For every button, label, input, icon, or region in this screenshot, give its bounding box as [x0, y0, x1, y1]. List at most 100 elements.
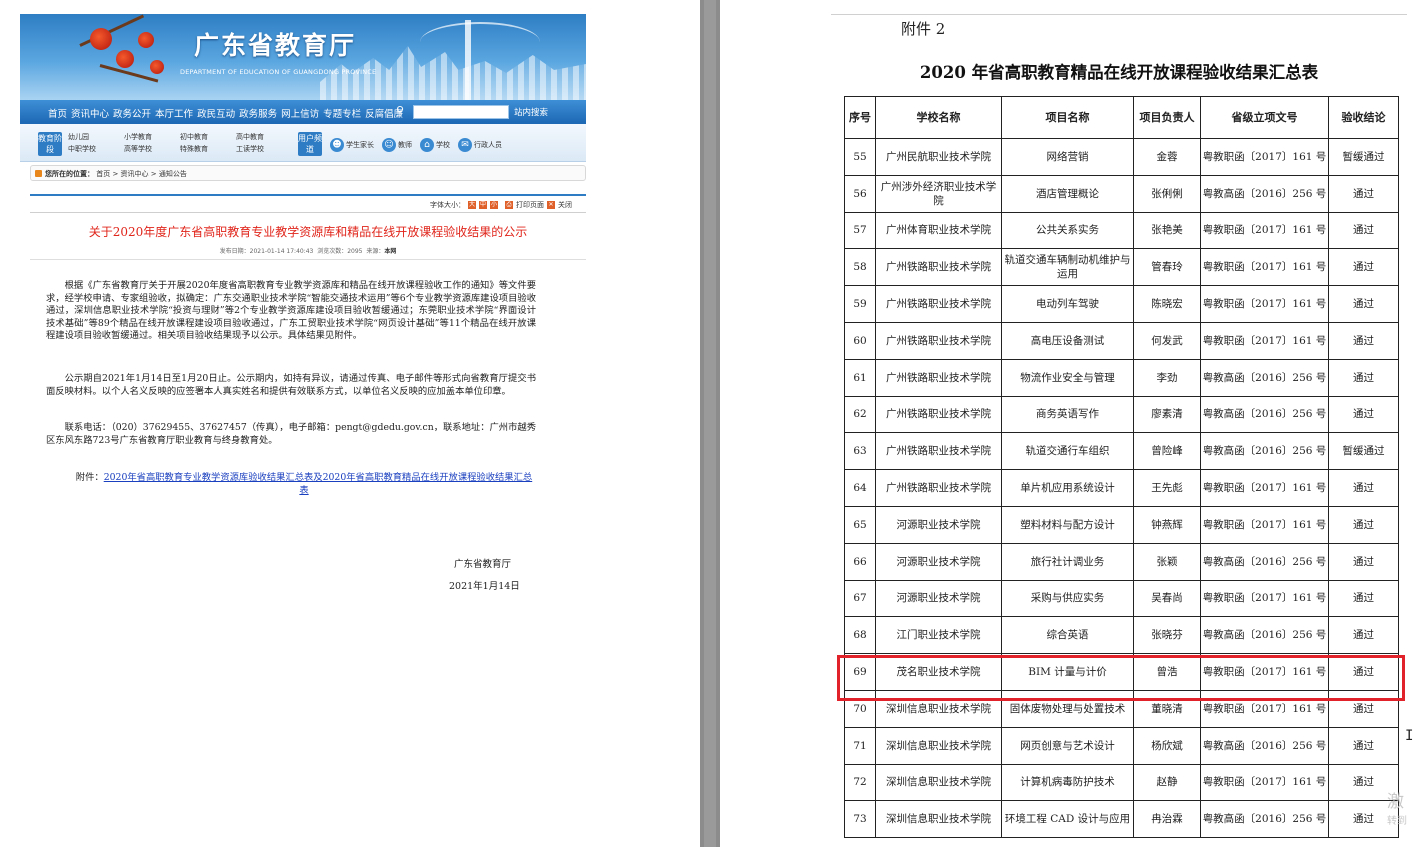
site-banner: 广东省教育厅 DEPARTMENT OF EDUCATION OF GUANGD… [20, 14, 586, 100]
level-link[interactable]: 中职学校 [68, 144, 96, 154]
table-header-row: 序号 学校名称 项目名称 项目负责人 省级立项文号 验收结论 [844, 96, 1399, 139]
level-link[interactable]: 工读学校 [236, 144, 264, 154]
table-cell: 深圳信息职业技术学院 [875, 763, 1002, 802]
table-cell: 高电压设备测试 [1001, 321, 1134, 360]
table-cell: 廖素清 [1133, 395, 1201, 434]
table-cell: 旅行社计调业务 [1001, 542, 1134, 581]
role-admin[interactable]: ✉ 行政人员 [458, 138, 502, 152]
level-link[interactable]: 初中教育 [180, 132, 208, 142]
font-size-medium-button[interactable]: 中 [479, 201, 487, 209]
level-link[interactable]: 幼儿园 [68, 132, 89, 142]
table-cell: 何发武 [1133, 321, 1201, 360]
table-cell: 61 [844, 358, 876, 397]
search-input[interactable] [413, 105, 509, 119]
table-row: 57 广州体育职业技术学院 公共关系实务 张艳美 粤教职函〔2017〕161 号通过 [844, 211, 1399, 250]
table-row: 69 茂名职业技术学院 BIM 计量与计价 曾浩 粤教职函〔2017〕161 号通过 [844, 653, 1399, 691]
table-cell: 72 [844, 763, 876, 802]
nav-item-home[interactable]: 首页 [46, 106, 69, 120]
level-link[interactable]: 小学教育 [124, 132, 152, 142]
divider [30, 194, 586, 196]
print-icon[interactable]: ⎙ [505, 201, 513, 209]
table-cell: 通过 [1328, 542, 1399, 581]
nav-item-dept-work[interactable]: 本厅工作 [153, 106, 195, 120]
table-cell: 粤教职函〔2017〕161 号 [1200, 579, 1329, 618]
table-cell: 电动列车驾驶 [1001, 285, 1134, 323]
table-cell: 张晓芬 [1133, 616, 1201, 655]
nav-item-topics[interactable]: 专题专栏 [321, 106, 363, 120]
watermark-text: 转到 [1387, 816, 1407, 827]
level-link[interactable]: 特殊教育 [180, 144, 208, 154]
role-label: 教师 [398, 141, 412, 149]
table-cell: 综合英语 [1001, 616, 1134, 655]
site-subtitle: DEPARTMENT OF EDUCATION OF GUANGDONG PRO… [180, 68, 377, 76]
role-label: 学校 [436, 141, 450, 149]
table-cell: 通过 [1328, 358, 1399, 397]
table-cell: 粤教职函〔2017〕161 号 [1200, 469, 1329, 507]
table-cell: 广州铁路职业技术学院 [875, 395, 1002, 434]
book-graphic [420, 22, 540, 62]
table-cell: 64 [844, 469, 876, 507]
table-cell: 粤教高函〔2016〕256 号 [1200, 542, 1329, 581]
table-cell: 张艳美 [1133, 211, 1201, 250]
teacher-icon: ☺ [382, 138, 396, 152]
table-cell: 73 [844, 800, 876, 839]
table-cell: 60 [844, 321, 876, 360]
attachment-number: 附件 2 [901, 20, 946, 38]
attachment-link[interactable]: 2020年省高职教育专业教学资源库验收结果汇总表及2020年省高职教育精品在线开… [104, 472, 533, 496]
close-button[interactable]: 关闭 [558, 200, 572, 210]
table-cell: 暂缓通过 [1328, 138, 1399, 176]
search-button[interactable]: 站内搜索 [514, 106, 548, 118]
level-link[interactable]: 高中教育 [236, 132, 264, 142]
table-cell: 粤教高函〔2016〕256 号 [1200, 616, 1329, 655]
nav-item-interaction[interactable]: 政民互动 [195, 106, 237, 120]
divider [30, 212, 586, 213]
table-row: 70 深圳信息职业技术学院 固体废物处理与处置技术 董晓清 粤教职函〔2017〕161 … [844, 689, 1399, 728]
font-size-large-button[interactable]: 大 [468, 201, 476, 209]
table-row: 60 广州铁路职业技术学院 高电压设备测试 何发武 粤教职函〔2017〕161 号通过 [844, 321, 1399, 360]
table-cell: 55 [844, 138, 876, 176]
table-cell: 广州铁路职业技术学院 [875, 321, 1002, 360]
table-cell: 赵静 [1133, 763, 1201, 802]
table-cell: 管春玲 [1133, 248, 1201, 287]
table-cell: 茂名职业技术学院 [875, 653, 1002, 691]
close-icon[interactable]: ✕ [547, 201, 555, 209]
watermark-text: 激 [1387, 792, 1404, 812]
table-row: 72 深圳信息职业技术学院 计算机病毒防护技术 赵静 粤教职函〔2017〕161 号通过 [844, 763, 1399, 802]
table-cell: 粤教职函〔2017〕161 号 [1200, 505, 1329, 544]
table-cell: 粤教高函〔2016〕256 号 [1200, 395, 1329, 434]
table-cell: 董晓清 [1133, 689, 1201, 728]
table-title: 2020 年省高职教育精品在线开放课程验收结果汇总表 [919, 63, 1319, 82]
table-cell: 粤教职函〔2017〕161 号 [1200, 763, 1329, 802]
search-icon[interactable]: ⚲ [396, 105, 408, 117]
column-header: 省级立项文号 [1200, 96, 1329, 139]
pane-divider[interactable] [700, 0, 720, 847]
level-link[interactable]: 高等学校 [124, 144, 152, 154]
role-teacher[interactable]: ☺ 教师 [382, 138, 412, 152]
results-table: 序号 学校名称 项目名称 项目负责人 省级立项文号 验收结论 55 广州民航职业技… [844, 96, 1399, 839]
table-cell: 通过 [1328, 248, 1399, 287]
role-parents[interactable]: ☻ 学生家长 [330, 138, 374, 152]
column-header: 学校名称 [875, 96, 1002, 139]
table-row: 68 江门职业技术学院 综合英语 张晓芬 粤教高函〔2016〕256 号通过 [844, 616, 1399, 655]
table-cell: 网页创意与艺术设计 [1001, 726, 1134, 765]
nav-item-petition[interactable]: 网上信访 [279, 106, 321, 120]
table-row: 67 河源职业技术学院 采购与供应实务 吴春尚 粤教职函〔2017〕161 号通过 [844, 579, 1399, 618]
table-cell: 广州铁路职业技术学院 [875, 358, 1002, 397]
table-cell: 通过 [1328, 285, 1399, 323]
table-cell: 56 [844, 174, 876, 213]
column-header: 项目负责人 [1133, 96, 1201, 139]
table-cell: 曾浩 [1133, 653, 1201, 691]
column-header: 序号 [844, 96, 876, 139]
font-size-small-button[interactable]: 小 [490, 201, 498, 209]
print-button[interactable]: 打印页面 [516, 200, 544, 210]
breadcrumb-path[interactable]: 首页 > 资讯中心 > 通知公告 [96, 170, 187, 178]
nav-item-gov-open[interactable]: 政务公开 [111, 106, 153, 120]
table-cell: 河源职业技术学院 [875, 579, 1002, 618]
table-cell: 张颖 [1133, 542, 1201, 581]
nav-item-services[interactable]: 政务服务 [237, 106, 279, 120]
role-school[interactable]: ⌂ 学校 [420, 138, 450, 152]
table-cell: 李劲 [1133, 358, 1201, 397]
document-panel: 附件 2 2020 年省高职教育精品在线开放课程验收结果汇总表 序号 学校名称 … [831, 14, 1413, 847]
table-cell: 粤教高函〔2016〕256 号 [1200, 358, 1329, 397]
nav-item-news[interactable]: 资讯中心 [69, 106, 111, 120]
